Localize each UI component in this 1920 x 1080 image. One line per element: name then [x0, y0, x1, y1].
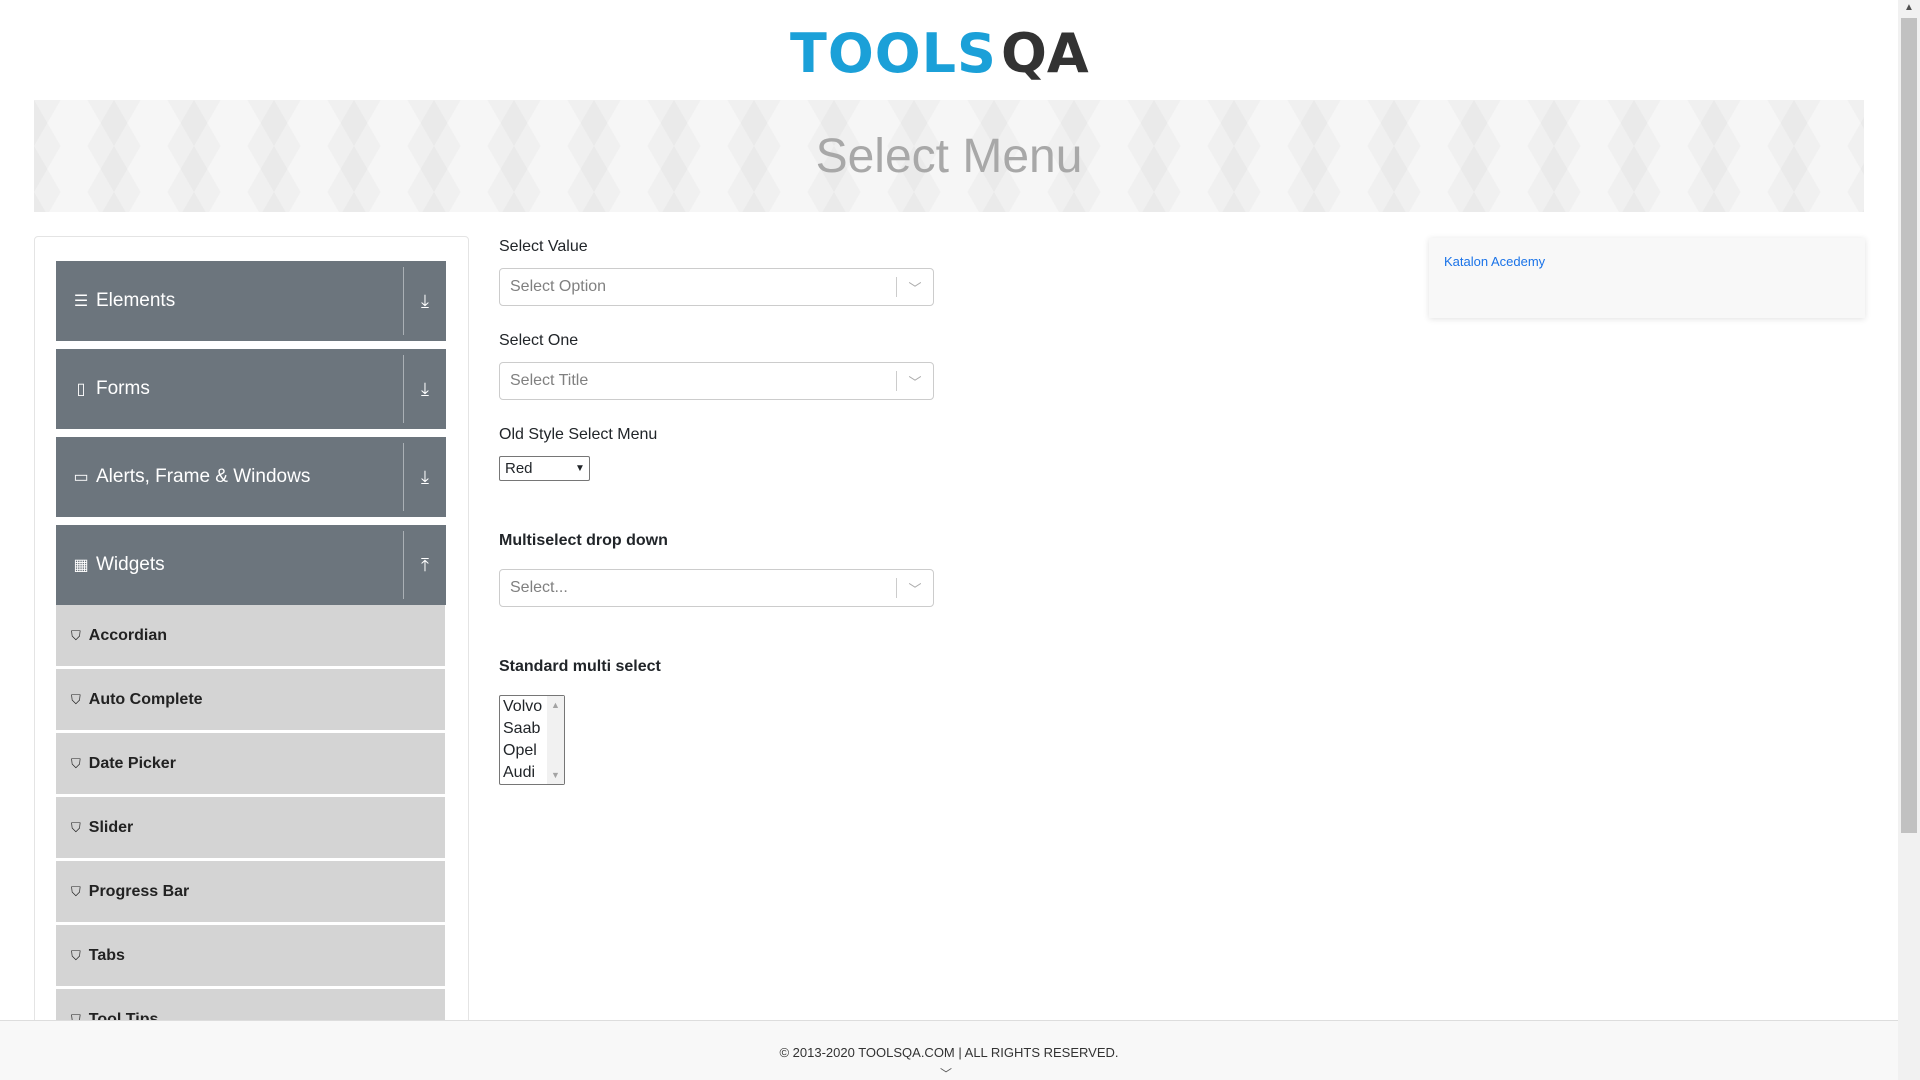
- standard-multi-select-label: Standard multi select: [499, 658, 661, 675]
- sidebar-item-tabs[interactable]: ⛉ Tabs: [56, 925, 445, 987]
- download-arrow-icon: ⤓: [421, 466, 429, 487]
- multiselect-placeholder: Select...: [510, 579, 568, 596]
- old-style-select-label: Old Style Select Menu: [499, 426, 658, 443]
- upload-arrow-icon: ⤒: [421, 554, 429, 575]
- sidebar-item-label: Slider: [88, 818, 134, 836]
- multiselect-dropdown[interactable]: Select... ﹀: [499, 569, 934, 607]
- chevron-down-icon[interactable]: ﹀: [897, 372, 933, 391]
- chevron-down-icon[interactable]: ﹀: [897, 579, 933, 598]
- select-value-placeholder: Select Option: [510, 278, 607, 295]
- listbox-scrollbar[interactable]: ▲ ▼: [547, 696, 564, 784]
- scroll-up-icon[interactable]: ▲: [1898, 2, 1920, 13]
- download-arrow-icon: ⤓: [421, 378, 429, 399]
- download-arrow-icon: ⤓: [421, 290, 429, 311]
- sidebar-item-label: Tabs: [88, 946, 125, 964]
- sidebar-item-label: Auto Complete: [88, 690, 203, 708]
- scroll-down-icon[interactable]: ▼: [547, 770, 564, 780]
- select-one-placeholder: Select Title: [510, 372, 589, 389]
- grid-icon: ▦: [73, 557, 89, 574]
- select-value-label: Select Value: [499, 238, 588, 255]
- standard-multi-select[interactable]: Volvo Saab Opel Audi ▲ ▼: [499, 695, 565, 785]
- footer: © 2013-2020 TOOLSQA.COM | ALL RIGHTS RES…: [0, 1020, 1898, 1080]
- select-one-label: Select One: [499, 332, 579, 349]
- sidebar-group-label: Alerts, Frame & Windows: [96, 466, 311, 487]
- page-scrollbar[interactable]: ▲: [1898, 0, 1920, 1080]
- page-title: Select Menu: [815, 129, 1083, 183]
- sidebar-group-label: Elements: [96, 290, 176, 311]
- html5-icon: ⛉: [71, 755, 81, 771]
- multiselect-label: Multiselect drop down: [499, 532, 668, 549]
- copyright-text: © 2013-2020 TOOLSQA.COM | ALL RIGHTS RES…: [779, 1045, 1119, 1060]
- old-style-select-value: Red: [505, 460, 533, 477]
- scroll-up-icon[interactable]: ▲: [547, 700, 564, 710]
- chevron-down-icon[interactable]: ﹀: [897, 278, 933, 297]
- document-icon: ▯: [76, 381, 86, 398]
- logo-text-qa: QA: [1000, 21, 1089, 85]
- chevron-down-icon[interactable]: ﹀: [940, 1065, 952, 1080]
- sidebar-item-label: Accordian: [88, 626, 168, 644]
- sidebar-item-label: Date Picker: [88, 754, 176, 772]
- html5-icon: ⛉: [71, 691, 81, 707]
- scrollbar-thumb[interactable]: [1901, 18, 1917, 833]
- logo-text-tools: TOOLS: [790, 21, 997, 85]
- toolsqa-logo[interactable]: TOOLS QA: [790, 14, 1112, 92]
- katalon-ad-banner[interactable]: Katalon Acedemy: [1429, 238, 1865, 318]
- select-value-dropdown[interactable]: Select Option ﹀: [499, 268, 934, 306]
- page-banner: Select Menu: [34, 100, 1864, 212]
- sidebar: ☰ Elements ⤓ ▯ Forms ⤓ ▭ Alerts, Frame &…: [34, 236, 469, 1036]
- sidebar-item-label: Progress Bar: [88, 882, 190, 900]
- sidebar-item-slider[interactable]: ⛉ Slider: [56, 797, 445, 859]
- sidebar-group-alerts[interactable]: ▭ Alerts, Frame & Windows ⤓: [56, 437, 446, 517]
- sidebar-group-label: Widgets: [96, 554, 165, 575]
- select-one-dropdown[interactable]: Select Title ﹀: [499, 362, 934, 400]
- html5-icon: ⛉: [71, 627, 81, 643]
- html5-icon: ⛉: [71, 819, 81, 835]
- chevron-down-icon: ▼: [575, 463, 585, 474]
- sidebar-item-accordian[interactable]: ⛉ Accordian: [56, 605, 445, 667]
- sidebar-group-forms[interactable]: ▯ Forms ⤓: [56, 349, 446, 429]
- html5-icon: ⛉: [71, 883, 81, 899]
- hamburger-icon: ☰: [73, 293, 89, 310]
- katalon-ad-link[interactable]: Katalon Acedemy: [1444, 254, 1545, 269]
- sidebar-group-elements[interactable]: ☰ Elements ⤓: [56, 261, 446, 341]
- page: TOOLS QA Select Menu ☰ Elements ⤓ ▯ Form…: [0, 0, 1920, 1080]
- old-style-select[interactable]: Red ▼: [499, 456, 590, 481]
- html5-icon: ⛉: [71, 947, 81, 963]
- sidebar-group-widgets[interactable]: ▦ Widgets ⤒: [56, 525, 446, 605]
- sidebar-item-progress-bar[interactable]: ⛉ Progress Bar: [56, 861, 445, 923]
- sidebar-item-date-picker[interactable]: ⛉ Date Picker: [56, 733, 445, 795]
- sidebar-item-auto-complete[interactable]: ⛉ Auto Complete: [56, 669, 445, 731]
- sidebar-group-label: Forms: [96, 378, 150, 399]
- window-icon: ▭: [73, 469, 89, 486]
